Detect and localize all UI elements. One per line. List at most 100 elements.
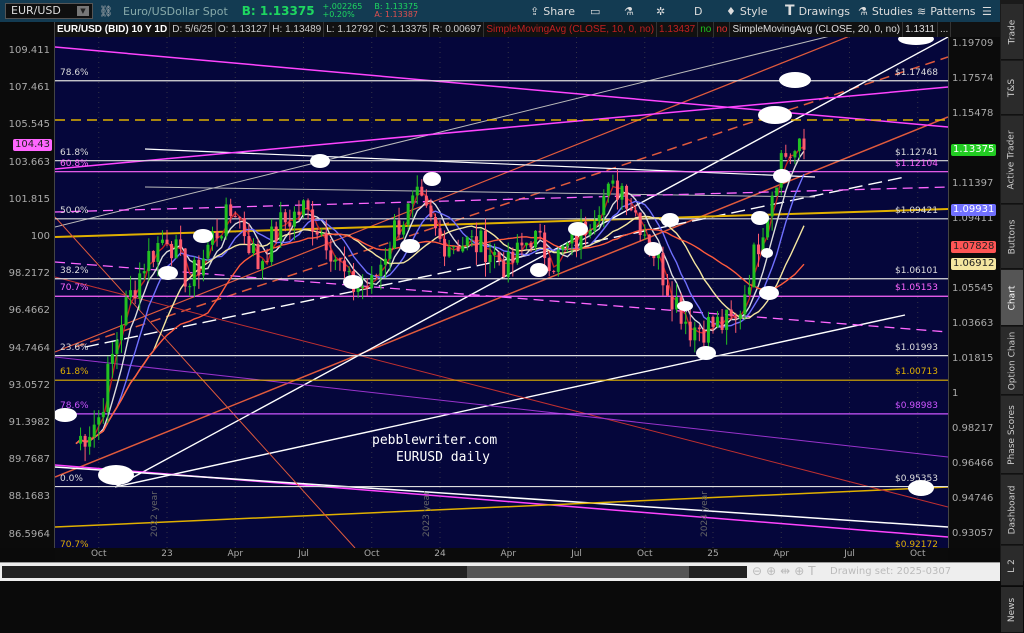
flask-button[interactable]: ⚗ <box>624 0 634 22</box>
candle <box>552 271 556 273</box>
ellipse-marker <box>779 72 811 88</box>
time-axis-tick: 25 <box>707 549 719 559</box>
sidebar-tab-active-trader[interactable]: Active Trader <box>1001 116 1023 204</box>
candle <box>92 424 96 437</box>
time-axis-tick: Jul <box>844 549 855 559</box>
fib-price-label: $1.12104 <box>895 158 938 169</box>
candle <box>720 316 724 330</box>
candle <box>147 250 151 272</box>
annotation-site: pebblewriter.com <box>372 433 498 448</box>
more-studies[interactable]: ... <box>938 22 952 37</box>
crosshair-icon[interactable]: ⊕ <box>794 564 808 578</box>
sidebar-tab-trade[interactable]: Trade <box>1001 4 1023 60</box>
change-pct: +0.20% <box>322 10 355 19</box>
sma10-value: 1.13437 <box>657 22 699 37</box>
chart-scrollbar[interactable] <box>2 566 747 578</box>
trendline <box>54 276 949 508</box>
price-chart[interactable] <box>53 0 949 554</box>
scrollbar-thumb[interactable] <box>467 566 689 578</box>
ellipse-marker <box>98 465 134 485</box>
fib-pct-label: 38.2% <box>60 265 89 276</box>
candle <box>556 249 560 272</box>
sidebar-tab-news[interactable]: News <box>1001 587 1023 633</box>
sma10-study[interactable]: SimpleMovingAvg (CLOSE, 10, 0, no) <box>484 22 658 37</box>
right-price-axis[interactable]: 1.19709 1.17574 1.15478 1.11397 1.09411 1.055… <box>948 37 1000 548</box>
candle <box>734 316 738 319</box>
ellipse-marker <box>423 172 441 186</box>
candle <box>565 243 569 247</box>
sidebar-tab-label: Chart <box>1007 285 1018 310</box>
candle <box>452 246 456 248</box>
ellipse-marker <box>661 213 679 227</box>
chevron-down-icon[interactable]: ▼ <box>77 6 89 16</box>
aggregation-button[interactable]: D <box>694 0 702 22</box>
sidebar-tab-chart[interactable]: Chart <box>1001 270 1023 326</box>
drawings-label: Drawings <box>798 4 851 18</box>
trendlines <box>54 0 949 549</box>
candle <box>802 138 806 150</box>
candle <box>706 316 710 343</box>
trendline <box>114 36 949 488</box>
pan-icon[interactable]: ⇹ <box>780 564 794 578</box>
time-axis-tick: Oct <box>363 549 380 559</box>
chart-canvas[interactable]: pebblewriter.com EURUSD daily 2022 year … <box>53 0 949 554</box>
link-icon[interactable]: ⛓ <box>99 5 113 18</box>
candle <box>333 259 337 262</box>
zoom-out-icon[interactable]: ⊖ <box>752 564 766 578</box>
zoom-in-icon[interactable]: ⊕ <box>766 564 780 578</box>
right-axis-tick: 1.17574 <box>952 73 994 84</box>
candle <box>224 204 228 237</box>
candle <box>447 247 451 257</box>
candle <box>238 217 242 219</box>
candle <box>684 321 688 324</box>
bid-ask: B: 1.13375 A: 1.13387 <box>374 3 418 19</box>
candle <box>97 417 101 425</box>
candle <box>106 363 110 412</box>
symbol-value: EUR/USD <box>11 4 61 17</box>
sidebar-tab-dashboard[interactable]: Dashboard <box>1001 475 1023 545</box>
price-badge: 1.09931 <box>951 203 997 216</box>
trendline <box>54 208 949 238</box>
symbol-selector[interactable]: EUR/USD ▼ <box>5 3 93 19</box>
sidebar-tab-l-2[interactable]: L 2 <box>1001 546 1023 586</box>
sidebar-tab-t-s[interactable]: T&S <box>1001 61 1023 115</box>
ellipse-marker <box>758 106 792 124</box>
left-price-axis[interactable]: 109.411 107.461 105.545 103.663 101.815 100 98… <box>0 22 55 548</box>
candle <box>725 309 729 330</box>
candle <box>688 321 692 341</box>
settings-button[interactable]: ✲ <box>656 0 665 22</box>
menu-icon: ☰ <box>982 4 992 18</box>
alert-button[interactable]: ▭ <box>590 0 600 22</box>
fib-pct-label: 78.6% <box>60 67 89 78</box>
candle <box>265 261 269 263</box>
time-axis[interactable]: Oct 23 Apr Jul Oct 24 Apr Jul Oct 25 Apr Jul Oct <box>55 548 948 562</box>
fib-price-label: $1.05153 <box>895 283 938 294</box>
left-axis-tick: 89.7687 <box>8 454 50 466</box>
candle <box>120 324 123 341</box>
drawing-set-selector[interactable]: Drawing set: 2025-0307 <box>830 566 951 577</box>
candle <box>138 273 142 299</box>
candle <box>593 221 597 231</box>
candle <box>288 222 292 227</box>
sidebar-tab-phase-scores[interactable]: Phase Scores <box>1001 396 1023 474</box>
candle <box>711 316 715 327</box>
sidebar-tab-option-chain[interactable]: Option Chain <box>1001 327 1023 395</box>
right-axis-tick: 0.93057 <box>952 528 994 539</box>
candle <box>602 195 606 215</box>
style-button[interactable]: ♦ Style <box>726 0 768 22</box>
studies-button[interactable]: ⚗ Studies <box>858 0 913 22</box>
patterns-button[interactable]: ≋ Patterns <box>917 0 976 22</box>
candle <box>101 411 105 418</box>
sma20-study[interactable]: SimpleMovingAvg (CLOSE, 20, 0, no) <box>730 22 904 37</box>
menu-button[interactable]: ☰ <box>982 0 992 22</box>
candle <box>406 203 410 225</box>
sidebar-tab-buttons[interactable]: Buttons <box>1001 205 1023 269</box>
candle <box>497 251 501 262</box>
sidebar-tab-label: Buttons <box>1007 219 1017 254</box>
text-t-icon[interactable]: T <box>808 564 819 578</box>
drawings-button[interactable]: T Drawings <box>785 0 850 22</box>
trendline <box>114 314 906 488</box>
candle <box>179 239 183 249</box>
left-axis-tick: 100 <box>30 231 50 242</box>
share-button[interactable]: ⇪ Share <box>530 0 575 22</box>
